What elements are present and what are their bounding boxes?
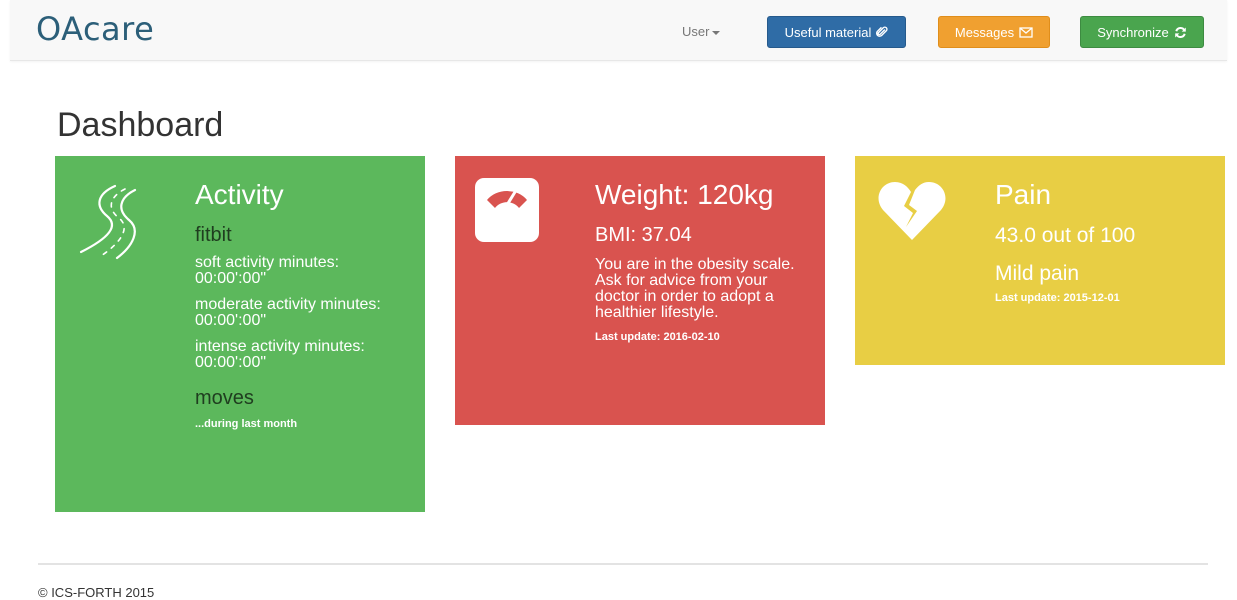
fitbit-heading: fitbit xyxy=(195,224,232,246)
pain-level: Mild pain xyxy=(995,262,1080,285)
footer-divider xyxy=(38,563,1208,565)
user-dropdown-label: User xyxy=(682,24,710,39)
pain-score: 43.0 out of 100 xyxy=(995,224,1136,247)
refresh-icon xyxy=(1174,26,1186,38)
paperclip-icon xyxy=(876,26,888,37)
page-title: Dashboard xyxy=(57,106,224,144)
useful-material-label: Useful material xyxy=(784,24,872,40)
user-dropdown[interactable]: User xyxy=(682,24,721,39)
top-navbar: OAcare User Useful material Messages Syn… xyxy=(10,0,1227,61)
weight-title: Weight: 120kg xyxy=(595,179,774,210)
weight-tile[interactable]: Weight: 120kg BMI: 37.04 You are in the … xyxy=(455,156,825,425)
soft-activity-minutes: soft activity minutes: 00:00':00" xyxy=(195,254,340,287)
synchronize-button[interactable]: Synchronize xyxy=(1080,16,1204,48)
weight-last-update: Last update: 2016-02-10 xyxy=(595,331,720,343)
intense-activity-minutes: intense activity minutes: 00:00':00" xyxy=(195,338,365,371)
pain-last-update: Last update: 2015-12-01 xyxy=(995,292,1120,304)
activity-period-note: ...during last month xyxy=(195,418,298,430)
moderate-activity-minutes: moderate activity minutes: 00:00':00" xyxy=(195,296,381,329)
activity-title: Activity xyxy=(195,179,284,210)
road-icon xyxy=(79,184,137,260)
brand-logo[interactable]: OAcare xyxy=(36,10,154,48)
copyright-text: © ICS-FORTH 2015 xyxy=(38,585,155,600)
envelope-icon xyxy=(1019,26,1033,38)
scale-icon xyxy=(475,178,539,242)
useful-material-button[interactable]: Useful material xyxy=(767,16,906,48)
pain-title: Pain xyxy=(995,179,1052,210)
broken-heart-icon xyxy=(878,182,946,240)
activity-tile[interactable]: Activity fitbit soft activity minutes: 0… xyxy=(55,156,425,512)
pain-tile[interactable]: Pain 43.0 out of 100 Mild pain Last upda… xyxy=(855,156,1225,365)
bmi-value: BMI: 37.04 xyxy=(595,224,692,246)
weight-advice: You are in the obesity scale. Ask for ad… xyxy=(595,256,795,321)
moves-heading: moves xyxy=(195,387,254,409)
messages-button[interactable]: Messages xyxy=(938,16,1050,48)
messages-label: Messages xyxy=(954,24,1015,40)
caret-down-icon xyxy=(712,30,721,35)
synchronize-label: Synchronize xyxy=(1097,24,1169,40)
